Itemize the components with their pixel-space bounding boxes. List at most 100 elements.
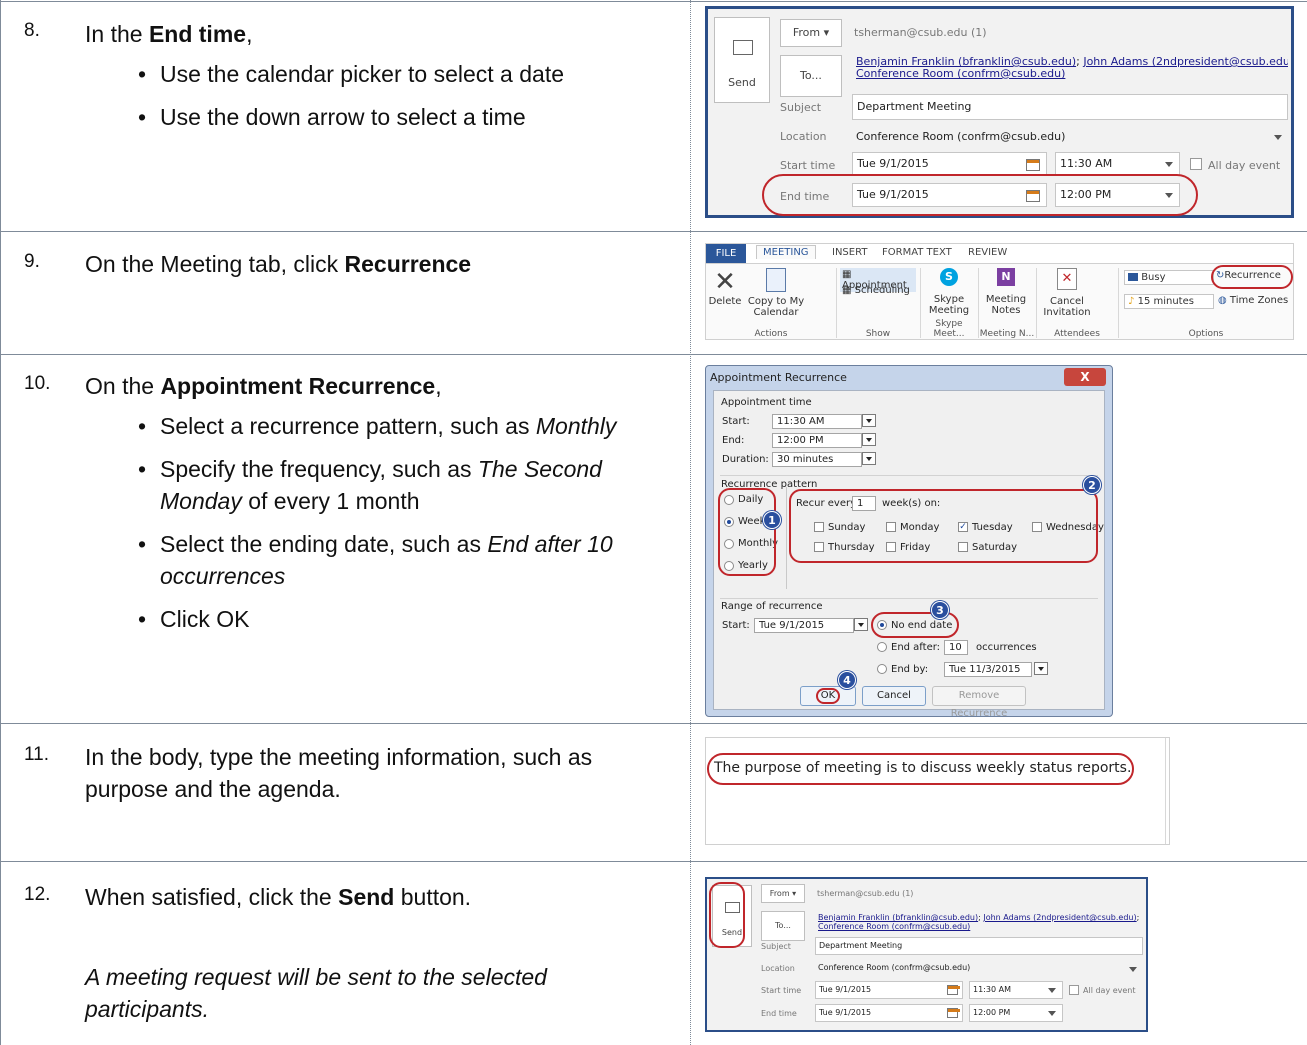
chevron-down-icon[interactable] xyxy=(1048,1011,1056,1016)
all-day-checkbox[interactable] xyxy=(1190,158,1202,170)
start-date-field[interactable]: Tue 9/1/2015 xyxy=(815,981,963,999)
to-button[interactable]: To... xyxy=(780,55,842,97)
end-time-field[interactable]: 12:00 PM xyxy=(772,433,862,448)
skype-meeting-button[interactable]: S Skype Meeting xyxy=(924,268,974,316)
end-time-field[interactable]: 12:00 PM xyxy=(969,1004,1063,1022)
group-label-attendees: Attendees xyxy=(1054,329,1100,339)
location-field[interactable]: Conference Room (confrm@csub.edu) xyxy=(852,126,1288,148)
tab-meeting[interactable]: MEETING xyxy=(756,245,816,259)
subject-field[interactable]: Department Meeting xyxy=(815,937,1143,955)
divider xyxy=(786,487,787,589)
tab-insert[interactable]: INSERT xyxy=(832,247,867,258)
callout-badge: 2 xyxy=(1083,476,1101,494)
row-divider xyxy=(0,231,1307,232)
all-day-checkbox[interactable] xyxy=(1069,985,1079,995)
end-time-label: End time xyxy=(761,1009,797,1018)
compose-window: Send From ▾ tsherman@csub.edu (1) To... … xyxy=(705,877,1148,1032)
chevron-down-icon[interactable] xyxy=(862,414,876,427)
start-time-field[interactable]: 11:30 AM xyxy=(969,981,1063,999)
chevron-down-icon[interactable] xyxy=(862,452,876,465)
calendar-icon xyxy=(766,268,786,292)
highlight-oval xyxy=(1211,265,1293,289)
table-left-border xyxy=(0,0,1,1045)
start-time-field[interactable]: 11:30 AM xyxy=(772,414,862,429)
from-button[interactable]: From ▾ xyxy=(780,19,842,47)
duration-field[interactable]: 30 minutes xyxy=(772,452,862,467)
chevron-down-icon xyxy=(1274,135,1282,140)
end-after-field[interactable]: 10 xyxy=(944,640,968,655)
bell-icon: ♪ xyxy=(1128,296,1135,307)
highlight-oval xyxy=(762,174,1198,216)
scheduling-button[interactable]: ▦ Scheduling xyxy=(840,284,916,297)
from-button[interactable]: From ▾ xyxy=(761,884,805,903)
start-time-field[interactable]: 11:30 AM xyxy=(1055,152,1180,176)
end-by-label: End by: xyxy=(891,664,929,675)
cancel-calendar-icon: ✕ xyxy=(1057,268,1077,290)
envelope-icon xyxy=(733,40,753,55)
section-appointment-time: Appointment time xyxy=(721,397,812,408)
location-field[interactable]: Conference Room (confrm@csub.edu) xyxy=(815,961,1143,977)
group-label-actions: Actions xyxy=(754,329,788,339)
meeting-ribbon: FILE MEETING INSERT FORMAT TEXT REVIEW ✕… xyxy=(705,243,1294,340)
calendar-icon[interactable] xyxy=(947,1008,960,1018)
chevron-down-icon[interactable] xyxy=(1165,162,1173,167)
chevron-down-icon[interactable] xyxy=(854,618,868,631)
all-day-label: All day event xyxy=(1208,159,1281,172)
end-date-field[interactable]: Tue 9/1/2015 xyxy=(815,1004,963,1022)
subject-field[interactable]: Department Meeting xyxy=(852,94,1288,120)
group-separator xyxy=(836,268,837,338)
to-button[interactable]: To... xyxy=(761,911,805,941)
table-column-divider xyxy=(690,0,691,1045)
onenote-icon: N xyxy=(997,268,1015,286)
row-divider xyxy=(0,723,1307,724)
step-number: 11. xyxy=(24,744,50,765)
bullet-item: Select a recurrence pattern, such as Mon… xyxy=(138,410,662,442)
time-zones-button[interactable]: ◍ Time Zones xyxy=(1218,295,1293,306)
to-field[interactable]: Benjamin Franklin (bfranklin@csub.edu); … xyxy=(815,911,1141,935)
calendar-icon[interactable] xyxy=(947,985,960,995)
ribbon-tabs: FILE MEETING INSERT FORMAT TEXT REVIEW xyxy=(706,244,1293,263)
step-note: A meeting request will be sent to the se… xyxy=(85,964,547,1022)
chevron-down-icon[interactable] xyxy=(1034,662,1048,675)
end-label: End: xyxy=(722,435,745,446)
section-range-of-recurrence: Range of recurrence xyxy=(721,601,823,612)
range-start-field[interactable]: Tue 9/1/2015 xyxy=(754,618,854,633)
tab-file[interactable]: FILE xyxy=(706,244,746,263)
chevron-down-icon[interactable] xyxy=(1048,988,1056,993)
group-label-skype: Skype Meet... xyxy=(933,319,965,339)
end-by-field[interactable]: Tue 11/3/2015 xyxy=(944,662,1032,677)
group-label-show: Show xyxy=(865,329,891,339)
cancel-invitation-button[interactable]: ✕ Cancel Invitation xyxy=(1040,268,1094,318)
radio-end-by[interactable] xyxy=(877,664,887,674)
tab-format-text[interactable]: FORMAT TEXT xyxy=(882,247,952,258)
bullet-item: Use the calendar picker to select a date xyxy=(138,58,662,90)
to-field[interactable]: Benjamin Franklin (bfranklin@csub.edu); … xyxy=(852,53,1288,85)
start-date-field[interactable]: Tue 9/1/2015 xyxy=(852,152,1047,176)
calendar-icon[interactable] xyxy=(1026,159,1040,171)
step-number: 8. xyxy=(24,20,40,41)
meeting-notes-button[interactable]: N Meeting Notes xyxy=(982,268,1030,316)
delete-button[interactable]: ✕ Delete xyxy=(708,268,742,307)
chevron-down-icon[interactable] xyxy=(862,433,876,446)
step-instruction: When satisfied, click the Send button. xyxy=(85,884,472,910)
range-start-label: Start: xyxy=(722,620,750,631)
reminder-select[interactable]: ♪ 15 minutes xyxy=(1124,294,1214,309)
remove-recurrence-button[interactable]: Remove Recurrence xyxy=(932,686,1026,719)
divider xyxy=(720,598,1098,599)
scrollbar[interactable] xyxy=(1165,738,1169,844)
subject-label: Subject xyxy=(780,101,822,114)
step-number: 12. xyxy=(24,884,51,905)
location-label: Location xyxy=(761,964,795,973)
cancel-button[interactable]: Cancel xyxy=(862,686,926,706)
radio-end-after[interactable] xyxy=(877,642,887,652)
compose-window: Send From ▾ tsherman@csub.edu (1) To... … xyxy=(705,6,1294,218)
tab-review[interactable]: REVIEW xyxy=(968,247,1007,258)
delete-x-icon: ✕ xyxy=(714,267,736,297)
message-body[interactable]: The purpose of meeting is to discuss wee… xyxy=(705,737,1170,845)
skype-icon: S xyxy=(940,268,958,286)
copy-to-calendar-button[interactable]: Copy to My Calendar xyxy=(744,268,808,318)
end-after-label: End after: xyxy=(891,642,941,653)
show-as-select[interactable]: Busy xyxy=(1124,270,1214,285)
close-button[interactable]: X xyxy=(1064,368,1106,386)
send-button[interactable]: Send xyxy=(714,17,770,103)
